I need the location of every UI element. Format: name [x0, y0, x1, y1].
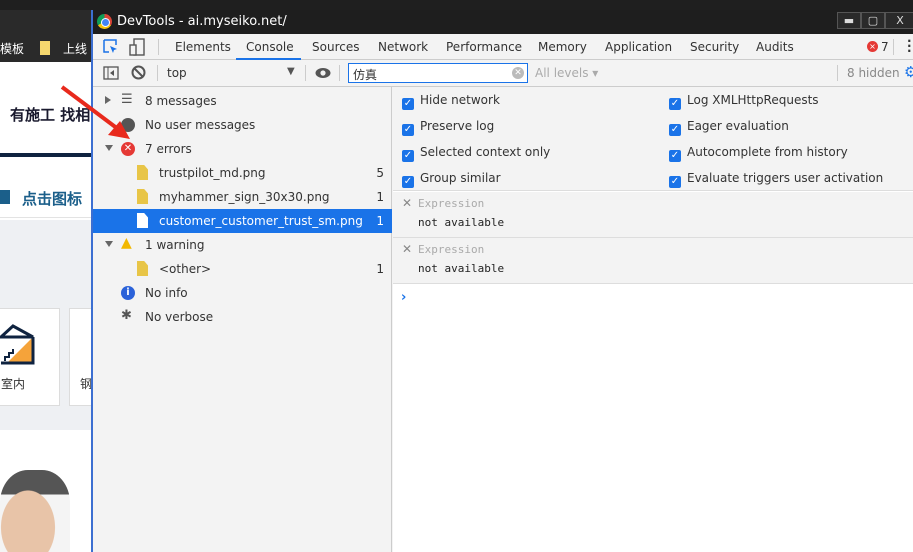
folder-icon	[40, 41, 50, 55]
tab-performance[interactable]: Performance	[446, 40, 522, 54]
file-name: customer_customer_trust_sm.png	[159, 214, 363, 228]
sidebar-item-verbose[interactable]: ✱ No verbose	[93, 305, 392, 329]
group-similar-checkbox[interactable]: ✓ Group similar	[402, 171, 501, 188]
sidebar-file-item[interactable]: myhammer_sign_30x30.png 1	[93, 185, 392, 209]
tab-network[interactable]: Network	[378, 40, 428, 54]
maximize-button[interactable]: ▢	[861, 12, 885, 29]
expression-value: not available	[418, 216, 505, 229]
settings-gear-icon[interactable]: ⚙	[904, 63, 913, 81]
file-count: 1	[376, 214, 384, 228]
tab-audits[interactable]: Audits	[756, 40, 794, 54]
warning-icon: ▲	[121, 235, 132, 251]
sidebar-file-item-selected[interactable]: customer_customer_trust_sm.png 1	[93, 209, 392, 233]
console-main: ✓ Hide network ✓ Preserve log ✓ Selected co…	[393, 87, 913, 552]
tab-console[interactable]: Console	[246, 40, 294, 54]
filter-input[interactable]: 仿真 ✕	[348, 63, 528, 83]
file-count: 1	[376, 190, 384, 204]
panel-tabs: Elements Console Sources Network Perform…	[93, 34, 913, 60]
title-bar[interactable]: DevTools - ai.myseiko.net/ ▬ ▢ X	[93, 10, 913, 34]
hide-network-checkbox[interactable]: ✓ Hide network	[402, 93, 500, 110]
minimize-button[interactable]: ▬	[837, 12, 861, 29]
file-name: trustpilot_md.png	[159, 166, 266, 180]
console-prompt[interactable]: ›	[401, 290, 406, 305]
inspect-element-icon[interactable]	[103, 39, 119, 55]
file-icon	[137, 165, 148, 180]
sidebar-label: 7 errors	[145, 142, 192, 156]
bookmark[interactable]: 上线	[63, 40, 87, 57]
expression-label[interactable]: Expression	[418, 243, 484, 256]
remove-expression-icon[interactable]: ✕	[402, 242, 412, 256]
expression-label[interactable]: Expression	[418, 197, 484, 210]
bug-icon: ✱	[121, 308, 132, 323]
sidebar-label: No verbose	[145, 310, 214, 324]
sidebar-file-item[interactable]: <other> 1	[93, 257, 392, 281]
card-label: 室内	[1, 377, 26, 391]
eval-triggers-checkbox[interactable]: ✓ Evaluate triggers user activation	[669, 171, 883, 188]
tab-security[interactable]: Security	[690, 40, 739, 54]
dropdown-arrow-icon[interactable]: ▼	[287, 66, 295, 77]
sidebar-label: No user messages	[145, 118, 256, 132]
collapse-icon[interactable]	[105, 241, 113, 247]
log-xhr-checkbox[interactable]: ✓ Log XMLHttpRequests	[669, 93, 819, 110]
info-icon: i	[121, 286, 135, 300]
console-toolbar: top ▼ 仿真 ✕ All levels ▾ 8 hidden ⚙	[93, 60, 913, 87]
section-label: 点击图标	[22, 190, 83, 208]
sidebar-item-warnings[interactable]: ▲ 1 warning	[93, 233, 392, 257]
devtools-window: DevTools - ai.myseiko.net/ ▬ ▢ X Element…	[91, 10, 913, 552]
expression-value: not available	[418, 262, 505, 275]
red-arrow-annotation	[60, 85, 130, 139]
log-levels-dropdown[interactable]: All levels ▾	[535, 66, 598, 80]
hidden-count: 8 hidden	[847, 66, 900, 80]
file-icon	[137, 261, 148, 276]
tab-application[interactable]: Application	[605, 40, 672, 54]
browser-top	[0, 0, 913, 10]
sidebar-label: No info	[145, 286, 188, 300]
more-menu-icon[interactable]: · · ·	[907, 35, 912, 57]
file-count: 5	[376, 166, 384, 180]
bookmark[interactable]: 模板	[0, 40, 24, 57]
category-card[interactable]: 室内	[0, 308, 60, 406]
device-toolbar-icon[interactable]	[129, 38, 145, 56]
tab-memory[interactable]: Memory	[538, 40, 587, 54]
context-selector[interactable]: top	[167, 66, 187, 80]
filter-value: 仿真	[353, 68, 378, 82]
eager-eval-checkbox[interactable]: ✓ Eager evaluation	[669, 119, 789, 136]
console-sidebar: ☰ 8 messages No user messages ✕ 7 errors t…	[93, 87, 392, 552]
clear-console-icon[interactable]	[131, 65, 146, 80]
error-icon[interactable]: ×	[867, 41, 878, 52]
selected-context-checkbox[interactable]: ✓ Selected context only	[402, 145, 550, 162]
preserve-log-checkbox[interactable]: ✓ Preserve log	[402, 119, 494, 136]
sidebar-file-item[interactable]: trustpilot_md.png 5	[93, 161, 392, 185]
chrome-icon	[97, 14, 112, 29]
divider	[0, 153, 92, 157]
file-icon	[137, 189, 148, 204]
house-stairs-icon	[0, 324, 35, 365]
hand-icon	[0, 190, 10, 204]
sidebar-toggle-icon[interactable]	[103, 66, 119, 80]
sidebar-item-info[interactable]: i No info	[93, 281, 392, 305]
window-title: DevTools - ai.myseiko.net/	[117, 14, 287, 29]
clear-filter-icon[interactable]: ✕	[512, 67, 524, 79]
collapse-icon[interactable]	[105, 145, 113, 151]
file-name: myhammer_sign_30x30.png	[159, 190, 330, 204]
eye-icon[interactable]	[315, 67, 331, 79]
file-icon	[137, 213, 148, 228]
tab-elements[interactable]: Elements	[175, 40, 231, 54]
sidebar-label: 8 messages	[145, 94, 217, 108]
close-button[interactable]: X	[885, 12, 913, 29]
sidebar-label: 1 warning	[145, 238, 205, 252]
error-count[interactable]: 7	[881, 40, 889, 54]
live-expression[interactable]: ✕ Expression not available	[393, 238, 913, 284]
live-expression[interactable]: ✕ Expression not available	[393, 192, 913, 238]
console-settings: ✓ Hide network ✓ Preserve log ✓ Selected co…	[393, 87, 913, 191]
file-count: 1	[376, 262, 384, 276]
tab-sources[interactable]: Sources	[312, 40, 359, 54]
autocomplete-checkbox[interactable]: ✓ Autocomplete from history	[669, 145, 848, 162]
file-name: <other>	[159, 262, 212, 276]
person-photo	[0, 470, 70, 552]
remove-expression-icon[interactable]: ✕	[402, 196, 412, 210]
